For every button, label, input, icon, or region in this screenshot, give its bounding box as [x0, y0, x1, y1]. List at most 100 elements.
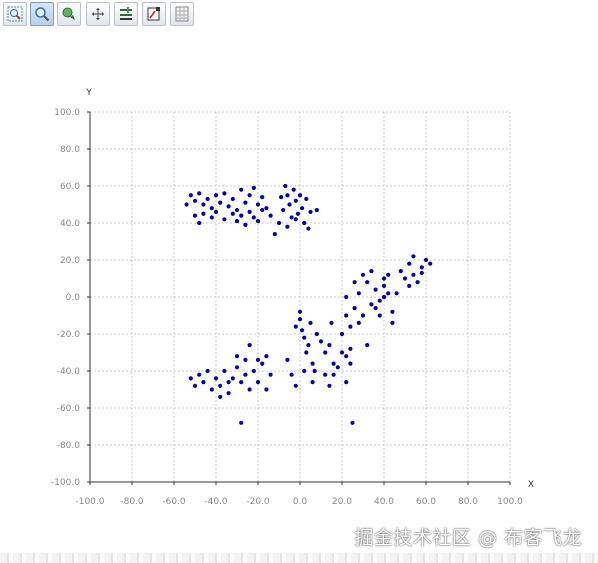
y-tick-label: -80.0 [57, 441, 81, 451]
data-point [234, 354, 240, 359]
data-point [344, 313, 349, 318]
data-point [192, 383, 198, 388]
data-point [285, 224, 290, 229]
x-tick-label: -80.0 [120, 497, 144, 507]
data-point [304, 350, 309, 355]
data-point [192, 198, 198, 203]
data-point [373, 287, 378, 292]
data-point [323, 350, 328, 355]
data-point [184, 202, 189, 207]
data-point [369, 269, 374, 274]
x-tick-label: 80.0 [458, 497, 478, 507]
y-tick-label: 20.0 [60, 256, 80, 266]
data-point [411, 254, 416, 259]
y-tick-label: -40.0 [57, 367, 81, 377]
data-point [390, 309, 395, 314]
data-point [264, 206, 269, 211]
data-point [213, 193, 219, 198]
data-point [209, 387, 214, 392]
data-point [268, 213, 273, 218]
data-point [402, 276, 408, 281]
data-point [268, 372, 273, 377]
data-point [310, 361, 315, 366]
data-point [201, 202, 206, 207]
data-point [293, 198, 298, 203]
data-point [381, 283, 387, 288]
y-axis-label: Y [85, 88, 92, 98]
data-point [310, 380, 315, 385]
data-point [360, 313, 366, 318]
y-tick-label: 40.0 [60, 219, 80, 229]
data-point [369, 302, 374, 307]
data-point [201, 211, 206, 216]
y-tick-label: 0.0 [66, 293, 81, 303]
data-point [306, 226, 311, 231]
data-point [291, 187, 296, 192]
data-point [323, 372, 328, 377]
data-point [386, 291, 391, 296]
data-point [192, 213, 198, 218]
data-point [327, 343, 332, 348]
data-point [255, 380, 261, 385]
data-point [247, 209, 252, 214]
data-point [222, 368, 227, 374]
data-point [390, 320, 395, 325]
data-point [344, 294, 349, 300]
data-point [314, 331, 319, 337]
data-point [272, 232, 277, 237]
data-point [213, 376, 219, 381]
data-point [300, 328, 305, 333]
data-point [255, 219, 261, 224]
data-point [255, 357, 261, 362]
data-point [295, 211, 300, 216]
data-point [293, 383, 298, 388]
data-point [276, 220, 282, 226]
data-point [234, 207, 240, 213]
data-point [222, 191, 227, 196]
watermark: 掘金技术社区 @ 布客飞龙 [354, 527, 582, 549]
data-point [377, 298, 382, 303]
data-point [289, 372, 294, 377]
x-tick-label: 0.0 [293, 497, 308, 507]
data-point [293, 324, 298, 329]
data-point [209, 206, 214, 211]
data-point [348, 361, 353, 366]
y-tick-label: -100.0 [51, 478, 80, 488]
data-point [285, 357, 290, 362]
data-point [243, 357, 248, 362]
data-point [312, 368, 317, 374]
data-point [239, 420, 244, 425]
data-point [239, 380, 244, 385]
data-point [293, 217, 298, 222]
data-point [428, 261, 433, 266]
data-point [260, 207, 265, 213]
y-tick-label: -20.0 [57, 330, 81, 340]
data-point [209, 215, 214, 220]
data-point [394, 291, 399, 296]
data-point [297, 309, 303, 314]
data-point [243, 372, 248, 377]
y-tick-label: 80.0 [60, 145, 80, 155]
data-point [386, 272, 391, 277]
data-point [344, 354, 349, 359]
x-tick-label: 40.0 [374, 497, 394, 507]
data-point [247, 343, 252, 348]
data-point [381, 276, 387, 281]
x-tick-label: 20.0 [332, 497, 352, 507]
data-point [306, 343, 311, 348]
data-point [365, 280, 370, 285]
x-tick-label: -60.0 [162, 497, 186, 507]
data-point [234, 219, 240, 224]
data-point [234, 365, 240, 370]
data-point [281, 207, 286, 213]
y-tick-label: -60.0 [57, 404, 81, 414]
data-point [314, 207, 319, 213]
data-point [251, 185, 256, 190]
data-point [377, 313, 382, 318]
data-point [415, 280, 420, 285]
data-point [251, 215, 256, 220]
data-point [304, 196, 309, 202]
data-point [230, 196, 235, 202]
data-point [243, 222, 248, 227]
data-point [285, 193, 290, 198]
